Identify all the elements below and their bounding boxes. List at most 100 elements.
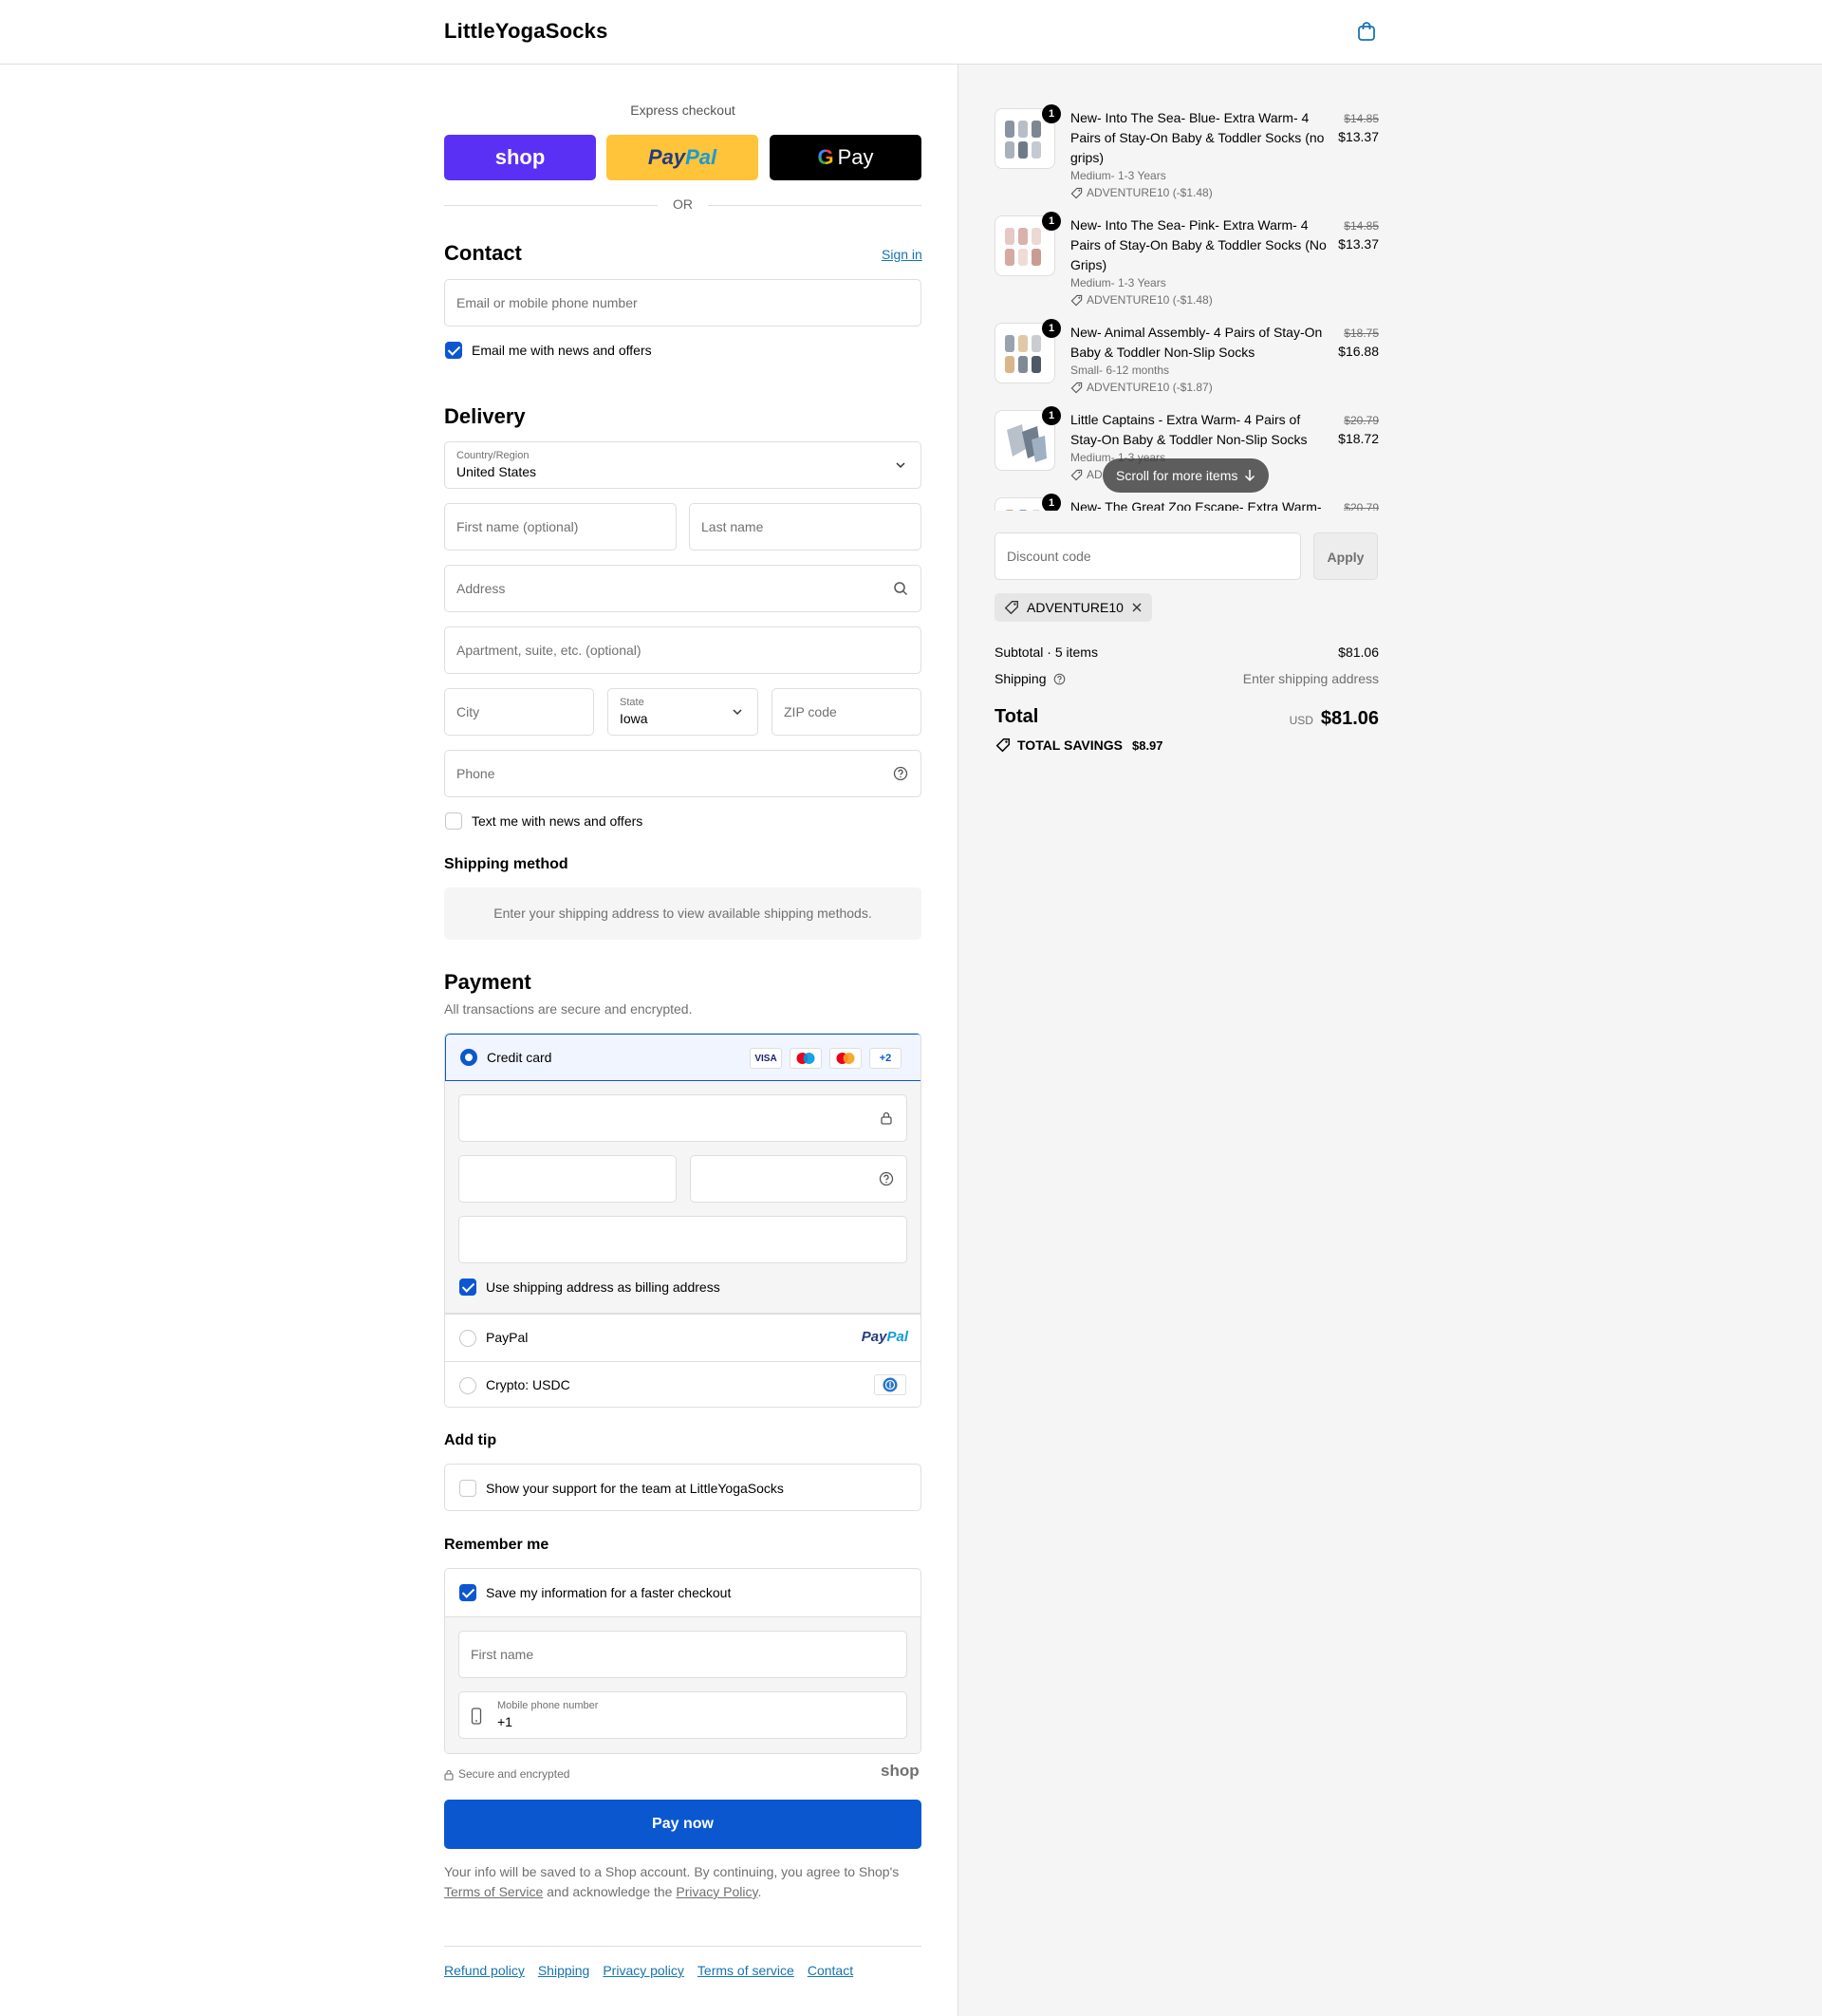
billing-same-label: Use shipping address as billing address [486,1279,720,1295]
site-header: LittleYogaSocks [0,0,1822,65]
mobile-phone-field[interactable]: Mobile phone number +1 [458,1691,907,1739]
crypto-radio[interactable] [459,1377,476,1394]
applied-discount-chip: ADVENTURE10 [995,593,1152,622]
credit-card-label: Credit card [487,1050,552,1065]
apartment-placeholder: Apartment, suite, etc. (optional) [456,643,641,658]
tip-option[interactable]: Show your support for the team at Little… [444,1464,921,1511]
contact-link[interactable]: Contact [808,1963,853,1978]
order-items-list[interactable]: 1 New- Into The Sea- Blue- Extra Warm- 4… [995,103,1379,511]
tag-icon [1070,187,1083,198]
product-variant: Small- 6-12 months [1070,364,1170,377]
mobile-phone-value: +1 [497,1714,512,1729]
mastercard-icon [829,1048,862,1069]
zip-field[interactable]: ZIP code [772,688,921,736]
expiration-date-field[interactable] [458,1155,677,1203]
city-field[interactable]: City [444,688,594,736]
help-icon[interactable] [879,1171,894,1186]
last-name-field[interactable]: Last name [689,503,921,551]
mobile-phone-icon [471,1708,482,1725]
original-price: $14.85 [1344,112,1379,125]
product-name: New- Animal Assembly- 4 Pairs of Stay-On… [1070,325,1323,360]
tag-icon [1070,382,1083,393]
more-cards-badge: +2 [869,1048,902,1069]
credit-card-option[interactable]: Credit card VISA +2 [445,1034,920,1081]
product-name: New- Into The Sea- Pink- Extra Warm- 4 P… [1070,217,1327,272]
help-icon[interactable] [893,766,908,781]
discounted-price: $16.88 [1338,344,1379,359]
subtotal-label: Subtotal · 5 items [995,644,1098,660]
shop-terms-text: Your info will be saved to a Shop accoun… [444,1862,921,1902]
pay-now-button[interactable]: Pay now [444,1800,921,1849]
name-on-card-field[interactable] [458,1216,907,1263]
card-number-field[interactable] [458,1094,907,1142]
subtotal-row: Subtotal · 5 items $81.06 [995,644,1379,660]
close-icon[interactable] [1131,602,1143,613]
order-item: 1 New- Into The Sea- Pink- Extra Warm- 4… [995,210,1379,314]
product-name: New- The Great Zoo Escape- Extra Warm- [1070,499,1322,511]
tip-checkbox[interactable] [459,1480,476,1497]
state-label: State [620,697,644,708]
zip-placeholder: ZIP code [784,704,837,719]
original-price: $20.79 [1344,414,1379,427]
shipping-value: Enter shipping address [1242,671,1379,686]
store-logo[interactable]: LittleYogaSocks [444,19,608,44]
billing-same-checkbox[interactable] [459,1279,476,1296]
lock-icon [881,1111,892,1125]
total-row: Total USD $81.06 [995,706,1379,735]
address-field[interactable]: Address [444,565,921,612]
shop-terms-link[interactable]: Terms of Service [444,1884,543,1899]
apartment-field[interactable]: Apartment, suite, etc. (optional) [444,626,921,674]
total-savings-value: $8.97 [1131,737,1163,753]
terms-text-2: and acknowledge the [547,1884,673,1899]
discount-code-field[interactable]: Discount code [995,532,1301,580]
save-info-checkbox[interactable] [459,1584,476,1601]
express-checkout-label: Express checkout [630,103,735,118]
payment-heading: Payment [444,970,531,994]
refund-policy-link[interactable]: Refund policy [444,1963,525,1978]
country-select[interactable]: Country/Region United States [444,441,921,489]
scroll-more-label: Scroll for more items [1116,468,1238,483]
paypal-option[interactable]: PayPal PayPal [445,1314,920,1361]
paypal-express-button[interactable]: PayPal [606,135,758,180]
usdc-icon [874,1374,906,1395]
crypto-option[interactable]: Crypto: USDC [445,1361,920,1407]
privacy-policy-link[interactable]: Privacy policy [603,1963,684,1978]
security-code-field[interactable] [690,1155,907,1203]
phone-placeholder: Phone [456,766,495,781]
state-value: Iowa [620,711,648,726]
phone-field[interactable]: Phone [444,750,921,797]
quantity-badge: 1 [1042,104,1061,123]
text-news-label: Text me with news and offers [472,813,643,829]
product-name: New- Into The Sea- Blue- Extra Warm- 4 P… [1070,110,1325,165]
discounted-price: $18.72 [1338,431,1379,446]
sign-in-link[interactable]: Sign in [882,247,922,262]
first-name-field[interactable]: First name (optional) [444,503,677,551]
total-value: $81.06 [1320,708,1379,729]
terms-text-1: Your info will be saved to a Shop accoun… [444,1864,900,1879]
apply-discount-button[interactable]: Apply [1313,532,1378,580]
shop-first-name-field[interactable]: First name [458,1631,907,1678]
shopping-bag-icon[interactable] [1357,21,1376,42]
terms-of-service-link[interactable]: Terms of service [697,1963,794,1978]
crypto-label: Crypto: USDC [486,1377,570,1392]
tag-icon [1070,469,1083,480]
chevron-down-icon [733,709,742,716]
product-discount: ADVENTURE10 (-$1.87) [1070,381,1213,394]
email-field[interactable]: Email or mobile phone number [444,279,921,327]
scroll-more-items-button[interactable]: Scroll for more items [1103,458,1269,493]
shop-privacy-link[interactable]: Privacy Policy [676,1884,757,1899]
product-variant: Medium- 1-3 Years [1070,276,1166,289]
help-icon[interactable] [1053,673,1066,685]
payment-subtitle: All transactions are secure and encrypte… [444,1001,693,1017]
text-news-checkbox[interactable] [445,812,462,830]
shipping-link[interactable]: Shipping [538,1963,590,1978]
tag-icon [1004,601,1018,615]
quantity-badge: 1 [1042,319,1061,338]
state-select[interactable]: State Iowa [607,688,758,736]
contact-heading: Contact [444,241,522,265]
paypal-radio[interactable] [459,1330,476,1347]
credit-card-radio[interactable] [460,1049,477,1066]
email-news-checkbox[interactable] [445,342,462,359]
shop-pay-button[interactable]: shop [444,135,596,180]
google-pay-button[interactable]: G Pay [770,135,921,180]
